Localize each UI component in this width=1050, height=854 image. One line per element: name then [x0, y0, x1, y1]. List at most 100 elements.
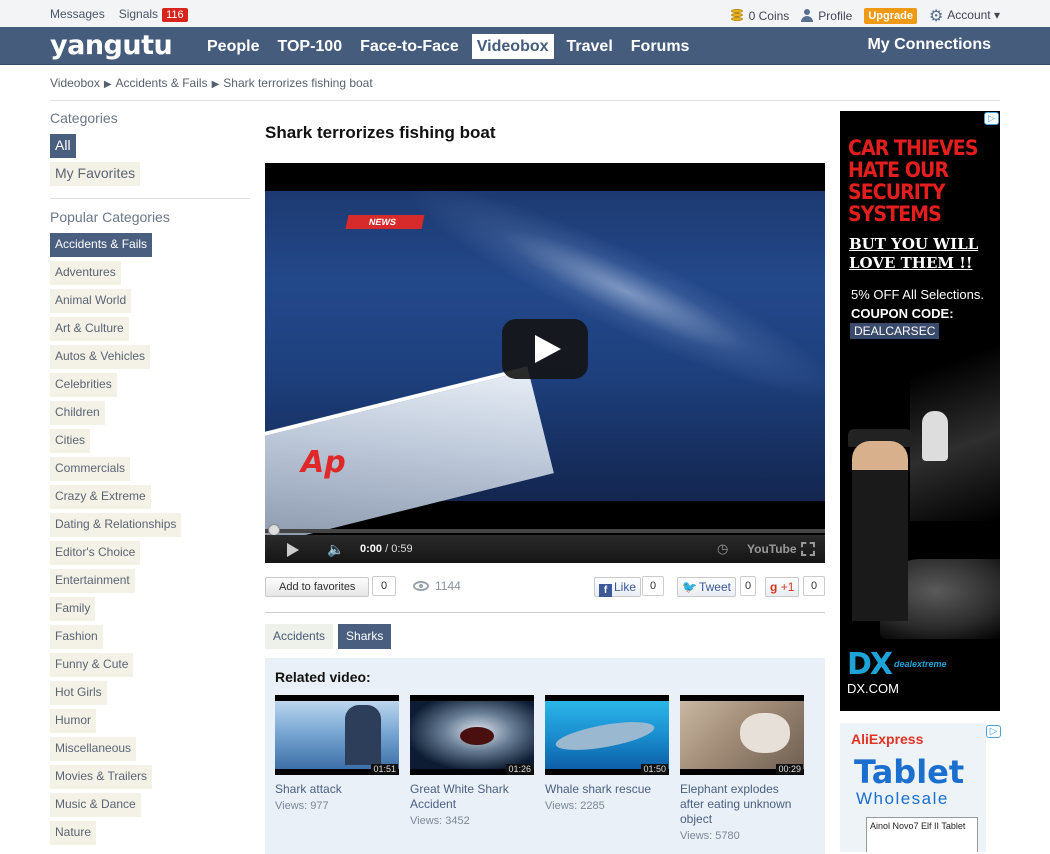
- ad-subheadline: BUT YOU WILL LOVE THEM !!: [849, 235, 979, 272]
- category-item[interactable]: Dating & Relationships: [50, 513, 182, 537]
- breadcrumb-arrow-icon: ▶: [211, 79, 220, 90]
- category-item[interactable]: Adventures: [50, 261, 121, 285]
- category-item[interactable]: Family: [50, 597, 96, 621]
- time-total: / 0:59: [385, 543, 413, 555]
- related-video-title[interactable]: Elephant explodes after eating unknown o…: [680, 782, 804, 827]
- main-nav: yangutu People TOP-100 Face-to-Face Vide…: [0, 27, 1050, 65]
- fullscreen-icon[interactable]: [801, 542, 815, 556]
- google-plus-icon: g: [770, 580, 778, 594]
- player-controls: 🔈 0:00 / 0:59 ◷ YouTube: [265, 535, 825, 563]
- upgrade-button[interactable]: Upgrade: [864, 8, 917, 24]
- play-icon[interactable]: [502, 319, 588, 379]
- related-video-item[interactable]: 01:50 Whale shark rescue Views: 2285: [545, 695, 669, 812]
- category-item[interactable]: Humor: [50, 709, 97, 733]
- ad-domain: DX.COM: [847, 681, 899, 696]
- nav-my-connections[interactable]: My Connections: [867, 36, 991, 54]
- nav-face-to-face[interactable]: Face-to-Face: [355, 34, 464, 59]
- category-item[interactable]: Funny & Cute: [50, 653, 134, 677]
- tweet-count: 0: [740, 576, 756, 596]
- divider: [50, 198, 250, 199]
- tag-accidents[interactable]: Accidents: [265, 624, 334, 649]
- gplus-count: 0: [803, 576, 825, 596]
- guard-image: [852, 441, 908, 621]
- nav-forums[interactable]: Forums: [626, 34, 695, 59]
- watch-later-icon[interactable]: ◷: [717, 541, 728, 557]
- video-duration: 01:26: [506, 764, 533, 774]
- video-thumbnail[interactable]: 01:51: [275, 695, 399, 775]
- related-heading: Related video:: [275, 669, 371, 685]
- account-menu[interactable]: ⚙ Account ▾: [929, 6, 1000, 26]
- tag-sharks[interactable]: Sharks: [338, 624, 392, 649]
- category-item[interactable]: Miscellaneous: [50, 737, 137, 761]
- related-video-item[interactable]: 01:26 Great White Shark Accident Views: …: [410, 695, 534, 827]
- category-item[interactable]: Art & Culture: [50, 317, 129, 341]
- youtube-logo[interactable]: YouTube: [747, 542, 797, 556]
- category-item[interactable]: Celebrities: [50, 373, 117, 397]
- popular-categories-heading: Popular Categories: [50, 209, 170, 225]
- tweet-button[interactable]: 🐦 Tweet: [677, 577, 736, 597]
- related-video-title[interactable]: Shark attack: [275, 782, 399, 797]
- progress-bar[interactable]: [265, 529, 825, 533]
- categories-heading: Categories: [50, 110, 118, 126]
- category-all[interactable]: All: [50, 134, 76, 158]
- adchoices-icon[interactable]: ▷: [984, 112, 999, 125]
- play-button-icon[interactable]: [287, 543, 299, 557]
- category-item[interactable]: Nature: [50, 821, 97, 845]
- category-item[interactable]: Fashion: [50, 625, 103, 649]
- related-video-title[interactable]: Great White Shark Accident: [410, 782, 534, 812]
- facebook-like-button[interactable]: f Like: [594, 577, 642, 597]
- signals-link[interactable]: Signals: [119, 7, 158, 21]
- nav-people[interactable]: People: [202, 34, 264, 59]
- messages-link[interactable]: Messages: [50, 7, 105, 21]
- volume-icon[interactable]: 🔈: [327, 541, 344, 558]
- category-item[interactable]: Music & Dance: [50, 793, 141, 817]
- video-duration: 01:50: [641, 764, 668, 774]
- video-thumbnail[interactable]: 01:26: [410, 695, 534, 775]
- video-player[interactable]: NEWS Ap 🔈 0:00 / 0:59 ◷ YouTube: [265, 163, 825, 563]
- category-item[interactable]: Entertainment: [50, 569, 135, 593]
- breadcrumb-videobox[interactable]: Videobox: [50, 76, 100, 90]
- category-my-favorites[interactable]: My Favorites: [50, 162, 141, 186]
- google-plus-button[interactable]: g +1: [765, 577, 800, 597]
- category-item[interactable]: Cities: [50, 429, 91, 453]
- aliexpress-ad-banner[interactable]: AliExpress Tablet Wholesale Ainol Novo7 …: [840, 723, 986, 852]
- nav-top-100[interactable]: TOP-100: [272, 34, 347, 59]
- profile-label: Profile: [818, 9, 853, 23]
- category-item[interactable]: Autos & Vehicles: [50, 345, 151, 369]
- profile-link[interactable]: Profile: [801, 9, 852, 23]
- related-video-item[interactable]: 01:51 Shark attack Views: 977: [275, 695, 399, 812]
- dealextreme-ad-banner[interactable]: ▷ CAR THIEVES HATE OUR SECURITY SYSTEMS …: [840, 111, 1000, 711]
- breadcrumb-arrow-icon: ▶: [103, 79, 112, 90]
- category-item[interactable]: Crazy & Extreme: [50, 485, 151, 509]
- views-count: 1144: [435, 579, 461, 593]
- related-video-title[interactable]: Whale shark rescue: [545, 782, 669, 797]
- category-item[interactable]: Hot Girls: [50, 681, 107, 705]
- facebook-icon: f: [599, 584, 612, 597]
- breadcrumb-category[interactable]: Accidents & Fails: [116, 76, 208, 90]
- category-item[interactable]: Movies & Trailers: [50, 765, 153, 789]
- aliexpress-logo: AliExpress: [851, 731, 924, 747]
- gplus-label: +1: [780, 580, 795, 594]
- add-to-favorites-button[interactable]: Add to favorites: [265, 577, 370, 597]
- signals-count-badge[interactable]: 116: [162, 8, 188, 22]
- coins-link[interactable]: 0 Coins: [730, 9, 789, 23]
- nav-videobox[interactable]: Videobox: [471, 34, 554, 59]
- ad-coupon-label: COUPON CODE:: [851, 306, 954, 321]
- video-frame[interactable]: NEWS Ap: [265, 163, 825, 546]
- site-logo[interactable]: yangutu: [50, 30, 173, 61]
- video-thumbnail[interactable]: 01:50: [545, 695, 669, 775]
- breadcrumb-current: Shark terrorizes fishing boat: [223, 76, 373, 90]
- time-display: 0:00 / 0:59: [360, 543, 413, 555]
- category-item[interactable]: Accidents & Fails: [50, 233, 153, 257]
- category-item[interactable]: Animal World: [50, 289, 132, 313]
- category-item[interactable]: Children: [50, 401, 105, 425]
- category-item[interactable]: Editor's Choice: [50, 541, 141, 565]
- time-current: 0:00: [360, 543, 383, 555]
- nav-travel[interactable]: Travel: [562, 34, 618, 59]
- adchoices-icon[interactable]: ▷: [986, 725, 1001, 738]
- category-item[interactable]: Commercials: [50, 457, 131, 481]
- news-logo: NEWS: [345, 215, 425, 229]
- video-duration: 00:29: [776, 764, 803, 774]
- video-thumbnail[interactable]: 00:29: [680, 695, 804, 775]
- related-video-item[interactable]: 00:29 Elephant explodes after eating unk…: [680, 695, 804, 842]
